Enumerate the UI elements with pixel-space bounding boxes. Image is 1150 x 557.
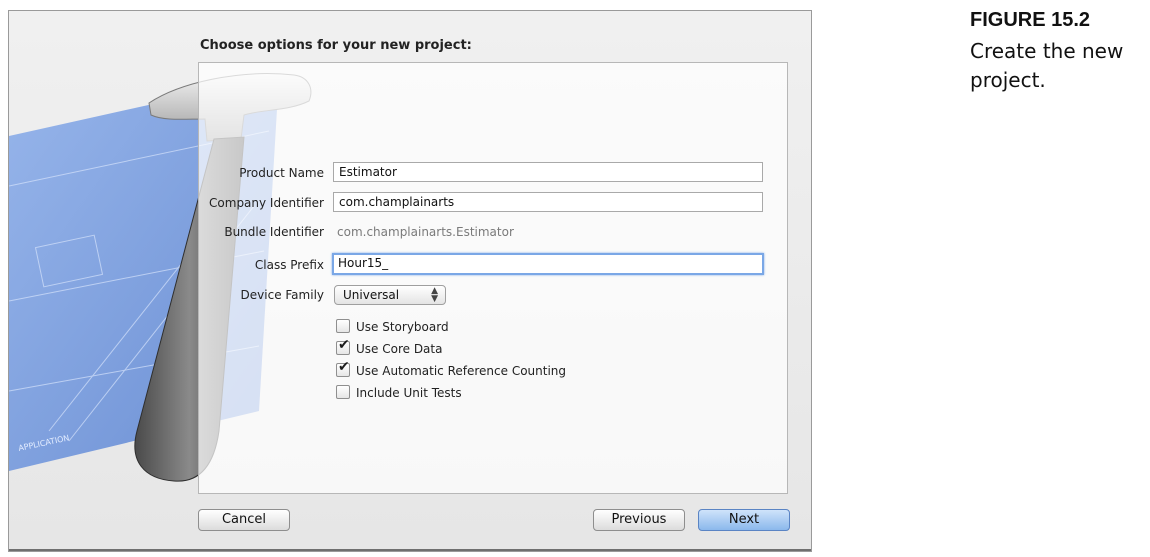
- checkbox-checked-icon[interactable]: ✔: [336, 337, 350, 355]
- checkbox-unchecked-icon[interactable]: [336, 385, 350, 399]
- dialog-heading: Choose options for your new project:: [200, 38, 472, 53]
- bundle-identifier-value: com.champlainarts.Estimator: [337, 225, 514, 239]
- class-prefix-field[interactable]: Hour15_: [332, 253, 764, 275]
- next-button[interactable]: Next: [698, 509, 790, 531]
- include-unit-tests-label: Include Unit Tests: [356, 386, 462, 400]
- company-identifier-field[interactable]: com.champlainarts: [333, 192, 763, 212]
- device-family-select[interactable]: Universal ▲ ▼: [334, 285, 446, 305]
- checkbox-unchecked-icon[interactable]: [336, 319, 350, 333]
- use-core-data-label: Use Core Data: [356, 342, 443, 356]
- options-panel: [198, 62, 788, 494]
- use-core-data-checkbox[interactable]: ✔ Use Core Data: [336, 337, 443, 357]
- use-storyboard-label: Use Storyboard: [356, 320, 449, 334]
- new-project-dialog: APPLICATION Choose options for your new …: [8, 10, 812, 552]
- checkbox-checked-icon[interactable]: ✔: [336, 359, 350, 377]
- use-arc-label: Use Automatic Reference Counting: [356, 364, 567, 378]
- use-storyboard-checkbox[interactable]: Use Storyboard: [336, 319, 449, 335]
- class-prefix-label: Class Prefix: [254, 258, 324, 272]
- use-arc-checkbox[interactable]: ✔ Use Automatic Reference Counting: [336, 359, 567, 379]
- product-name-field[interactable]: Estimator: [333, 162, 763, 182]
- previous-button[interactable]: Previous: [593, 509, 685, 531]
- bundle-identifier-label: Bundle Identifier: [224, 225, 324, 239]
- up-down-arrows-icon: ▲ ▼: [431, 286, 438, 304]
- device-family-label: Device Family: [240, 288, 324, 302]
- device-family-value: Universal: [343, 288, 400, 302]
- cancel-button[interactable]: Cancel: [198, 509, 290, 531]
- figure-number: FIGURE 15.2: [970, 9, 1091, 31]
- product-name-label: Product Name: [239, 166, 324, 180]
- window-bottom-border: [9, 549, 811, 551]
- figure-caption: Create the new project.: [970, 39, 1124, 92]
- include-unit-tests-checkbox[interactable]: Include Unit Tests: [336, 385, 462, 401]
- company-identifier-label: Company Identifier: [209, 196, 324, 210]
